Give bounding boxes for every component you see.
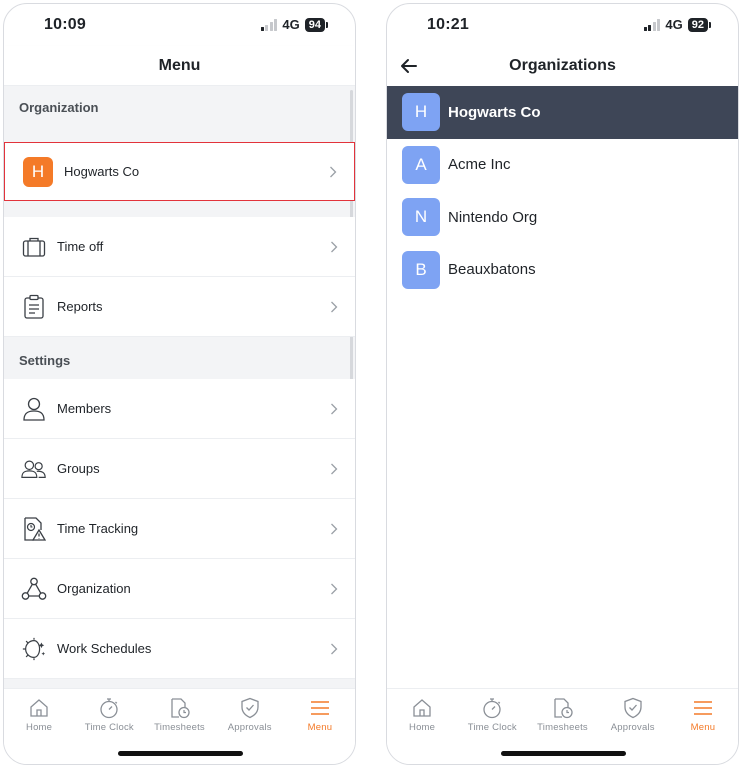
tab-label: Timesheets (537, 722, 588, 733)
tab-timesheets[interactable]: Timesheets (527, 697, 597, 735)
tab-label: Home (26, 722, 53, 733)
hamburger-menu-icon (310, 701, 329, 715)
chevron-right-icon (331, 301, 338, 312)
organizations-screen: 10:21 4G 92 Organizations H Hogwarts Co … (386, 3, 739, 765)
chevron-right-icon (331, 403, 338, 414)
chevron-right-icon (331, 241, 338, 252)
home-icon (413, 699, 431, 717)
people-icon (21, 456, 47, 482)
status-time: 10:21 (427, 16, 469, 33)
network-type: 4G (665, 17, 683, 32)
organization-name: Nintendo Org (448, 208, 538, 226)
home-icon (30, 699, 48, 717)
nav-bar: Menu (4, 46, 355, 86)
menu-list[interactable]: Organization H Hogwarts Co Time off Repo… (4, 86, 355, 688)
org-structure-icon (21, 576, 47, 602)
stopwatch-icon (483, 698, 501, 719)
home-indicator[interactable] (117, 751, 243, 756)
tab-bar: Home Time Clock Timesheets Approvals Men… (4, 688, 355, 764)
tab-menu[interactable]: Menu (668, 697, 738, 735)
menu-item-label: Members (57, 401, 112, 416)
menu-item-organization[interactable]: Organization (4, 559, 355, 619)
tab-home[interactable]: Home (4, 697, 74, 735)
network-type: 4G (282, 17, 300, 32)
tab-label: Time Clock (84, 722, 134, 733)
tab-time-clock[interactable]: Time Clock (457, 697, 527, 735)
chevron-right-icon (331, 583, 338, 594)
organization-item[interactable]: B Beauxbatons (387, 244, 738, 297)
menu-item-work-schedules[interactable]: Work Schedules (4, 619, 355, 679)
menu-item-groups[interactable]: Groups (4, 439, 355, 499)
back-arrow-icon[interactable] (399, 56, 419, 76)
organization-badge: H (23, 156, 53, 187)
tab-approvals[interactable]: Approvals (598, 697, 668, 735)
battery-icon: 92 (687, 17, 712, 32)
chevron-right-icon (331, 643, 338, 654)
home-indicator[interactable] (500, 751, 626, 756)
tab-label: Timesheets (154, 722, 205, 733)
timesheet-icon (170, 698, 190, 719)
organization-item[interactable]: H Hogwarts Co (387, 86, 738, 139)
organization-name: Beauxbatons (448, 261, 536, 279)
timesheet-icon (553, 698, 573, 719)
signal-icon (643, 18, 661, 31)
tab-label: Time Clock (467, 722, 517, 733)
chevron-right-icon (331, 523, 338, 534)
battery-icon: 94 (304, 17, 329, 32)
menu-screen: 10:09 4G 94 Menu Organization H Hogwarts… (3, 3, 356, 765)
tab-approvals[interactable]: Approvals (215, 697, 285, 735)
menu-item-label: Groups (57, 461, 100, 476)
chevron-right-icon (330, 166, 337, 177)
organization-avatar: N (402, 198, 440, 237)
menu-item-members[interactable]: Members (4, 379, 355, 439)
menu-item-reports[interactable]: Reports (4, 277, 355, 337)
organization-item[interactable]: N Nintendo Org (387, 191, 738, 244)
tab-timesheets[interactable]: Timesheets (144, 697, 214, 735)
current-organization-row[interactable]: H Hogwarts Co (4, 142, 355, 201)
nav-bar: Organizations (387, 46, 738, 86)
clipboard-icon (21, 294, 47, 320)
tab-label: Approvals (227, 722, 272, 733)
menu-item-time-off[interactable]: Time off (4, 217, 355, 277)
tab-label: Menu (690, 722, 716, 733)
organization-avatar: B (402, 250, 440, 289)
tab-label: Approvals (610, 722, 655, 733)
organization-name: Acme Inc (448, 156, 511, 174)
time-warning-icon (21, 516, 47, 542)
organization-avatar: H (402, 93, 440, 132)
organization-item[interactable]: A Acme Inc (387, 139, 738, 192)
day-night-icon (21, 636, 47, 662)
organization-section-header: Organization (19, 100, 99, 115)
status-bar: 10:21 4G 92 (387, 4, 738, 46)
organization-name: Hogwarts Co (64, 164, 140, 179)
tab-menu[interactable]: Menu (285, 697, 355, 735)
menu-item-label: Time off (57, 239, 104, 254)
stopwatch-icon (100, 698, 118, 719)
status-time: 10:09 (44, 16, 86, 33)
briefcase-icon (21, 234, 47, 260)
tab-time-clock[interactable]: Time Clock (74, 697, 144, 735)
person-icon (21, 396, 47, 422)
organization-avatar: A (402, 145, 440, 184)
page-title: Menu (158, 56, 201, 74)
menu-item-label: Reports (57, 299, 103, 314)
tab-bar: Home Time Clock Timesheets Approvals Men… (387, 688, 738, 764)
organization-list[interactable]: H Hogwarts Co A Acme Inc N Nintendo Org … (387, 86, 738, 688)
menu-item-label: Work Schedules (57, 641, 152, 656)
tab-label: Menu (307, 722, 333, 733)
menu-item-label: Organization (57, 581, 131, 596)
settings-section-header: Settings (19, 353, 71, 368)
chevron-right-icon (331, 463, 338, 474)
organization-name: Hogwarts Co (448, 103, 541, 121)
page-title: Organizations (509, 57, 616, 74)
tab-label: Home (409, 722, 436, 733)
shield-check-icon (624, 697, 642, 719)
menu-item-time-tracking[interactable]: Time Tracking (4, 499, 355, 559)
hamburger-menu-icon (693, 701, 712, 715)
tab-home[interactable]: Home (387, 697, 457, 735)
status-bar: 10:09 4G 94 (4, 4, 355, 46)
signal-icon (260, 18, 278, 31)
menu-item-label: Time Tracking (57, 521, 139, 536)
shield-check-icon (241, 697, 259, 719)
